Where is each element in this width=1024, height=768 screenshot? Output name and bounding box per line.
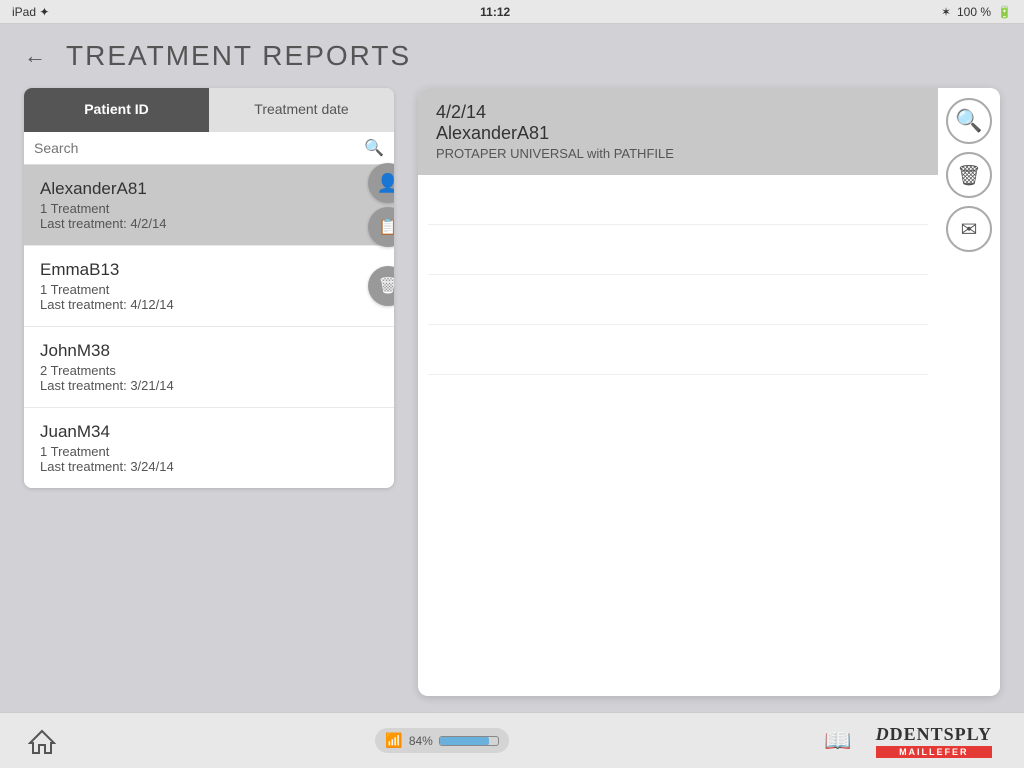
patient-info-alexander: AlexanderA81 1 Treatment Last treatment:… xyxy=(40,179,346,231)
patient-list: AlexanderA81 1 Treatment Last treatment:… xyxy=(24,165,394,488)
treatment-detail-type: PROTAPER UNIVERSAL with PATHFILE xyxy=(436,146,920,161)
home-icon xyxy=(28,727,56,755)
patient-name-alexander: AlexanderA81 xyxy=(40,179,346,199)
bottom-right: 📖 DDentsply MAILLEFER xyxy=(824,720,1000,762)
patient-item-john[interactable]: JohnM38 2 Treatments Last treatment: 3/2… xyxy=(24,327,394,408)
header-row: ← TREATMENT REPORTS xyxy=(24,40,1000,72)
treatment-detail-date: 4/2/14 xyxy=(436,102,920,123)
trash-icon-btn-emma[interactable]: 🗑 xyxy=(368,266,394,306)
patient-actions-alexander: 👤 📋 xyxy=(368,163,394,247)
email-treatment-btn[interactable]: ✉ xyxy=(946,206,992,252)
page-title: TREATMENT REPORTS xyxy=(66,40,411,72)
patient-info-john: JohnM38 2 Treatments Last treatment: 3/2… xyxy=(40,341,346,393)
brand-sub: MAILLEFER xyxy=(876,746,992,758)
patient-item-emma[interactable]: EmmaB13 1 Treatment Last treatment: 4/12… xyxy=(24,246,394,327)
treatment-card: 4/2/14 AlexanderA81 PROTAPER UNIVERSAL w… xyxy=(418,88,1000,696)
patient-treatments-alexander: 1 Treatment xyxy=(40,201,346,216)
treatment-data-row-1 xyxy=(428,185,928,225)
ipad-label: iPad ✦ xyxy=(12,5,49,19)
patient-treatments-juan: 1 Treatment xyxy=(40,444,346,459)
book-icon[interactable]: 📖 xyxy=(824,728,851,754)
tab-bar: Patient ID Treatment date xyxy=(24,88,394,132)
battery-bar-inner xyxy=(440,737,489,745)
brand-name: DDentsply xyxy=(876,724,992,745)
search-input[interactable] xyxy=(34,140,358,156)
treatment-body xyxy=(418,175,938,696)
tab-patient-id[interactable]: Patient ID xyxy=(24,88,209,132)
patient-last-john: Last treatment: 3/21/14 xyxy=(40,378,346,393)
bluetooth-icon: ✶ xyxy=(941,5,951,19)
battery-percent: 84% xyxy=(409,734,433,748)
treatment-detail-header: 4/2/14 AlexanderA81 PROTAPER UNIVERSAL w… xyxy=(418,88,938,175)
status-bar: iPad ✦ 11:12 ✶ 100 % 🔋 xyxy=(0,0,1024,24)
battery-bar-outer xyxy=(439,736,499,746)
patient-actions-emma: 🗑 xyxy=(368,266,394,306)
bottom-center-right: 📶 84% xyxy=(375,728,508,753)
tab-treatment-date[interactable]: Treatment date xyxy=(209,88,394,132)
treatment-side-actions: 🔍 🗑 ✉ xyxy=(938,88,1000,696)
patient-info-emma: EmmaB13 1 Treatment Last treatment: 4/12… xyxy=(40,260,346,312)
right-panel: 4/2/14 AlexanderA81 PROTAPER UNIVERSAL w… xyxy=(418,88,1000,696)
wifi-icon: 📶 xyxy=(385,732,402,749)
battery-icon: 🔋 xyxy=(997,5,1012,19)
patient-treatments-john: 2 Treatments xyxy=(40,363,346,378)
patient-treatments-emma: 1 Treatment xyxy=(40,282,346,297)
search-icon: 🔍 xyxy=(364,138,384,158)
patient-last-alexander: Last treatment: 4/2/14 xyxy=(40,216,346,231)
home-button[interactable] xyxy=(24,723,60,759)
battery-status: 100 % xyxy=(957,5,991,19)
patient-item-alexander[interactable]: AlexanderA81 1 Treatment Last treatment:… xyxy=(24,165,394,246)
brand-logo: DDentsply MAILLEFER xyxy=(868,720,1000,762)
patient-list-card: Patient ID Treatment date 🔍 xyxy=(24,88,394,488)
content-wrapper: ← TREATMENT REPORTS Patient ID Treatment… xyxy=(0,24,1024,712)
treatment-data-row-4 xyxy=(428,335,928,375)
status-time: 11:12 xyxy=(480,5,510,19)
battery-widget: 📶 84% xyxy=(375,728,508,753)
search-bar: 🔍 xyxy=(24,132,394,165)
treatment-card-content: 4/2/14 AlexanderA81 PROTAPER UNIVERSAL w… xyxy=(418,88,938,696)
patient-item-juan[interactable]: JuanM34 1 Treatment Last treatment: 3/24… xyxy=(24,408,394,488)
treatment-data-row-3 xyxy=(428,285,928,325)
person-icon-btn[interactable]: 👤 xyxy=(368,163,394,203)
left-panel: Patient ID Treatment date 🔍 xyxy=(24,88,394,696)
back-button[interactable]: ← xyxy=(24,43,46,69)
bottom-bar: 📶 84% 📖 DDentsply MAILLEFER xyxy=(0,712,1024,768)
patient-name-emma: EmmaB13 xyxy=(40,260,346,280)
report-icon-btn[interactable]: 📋 xyxy=(368,207,394,247)
patient-name-john: JohnM38 xyxy=(40,341,346,361)
status-left: iPad ✦ xyxy=(12,5,49,19)
search-detail-btn[interactable]: 🔍 xyxy=(946,98,992,144)
patient-info-juan: JuanM34 1 Treatment Last treatment: 3/24… xyxy=(40,422,346,474)
delete-treatment-btn[interactable]: 🗑 xyxy=(946,152,992,198)
patient-last-juan: Last treatment: 3/24/14 xyxy=(40,459,346,474)
two-column-layout: Patient ID Treatment date 🔍 xyxy=(24,88,1000,696)
treatment-data-row-2 xyxy=(428,235,928,275)
status-right: ✶ 100 % 🔋 xyxy=(941,5,1012,19)
patient-last-emma: Last treatment: 4/12/14 xyxy=(40,297,346,312)
patient-name-juan: JuanM34 xyxy=(40,422,346,442)
treatment-detail-patient: AlexanderA81 xyxy=(436,123,920,144)
